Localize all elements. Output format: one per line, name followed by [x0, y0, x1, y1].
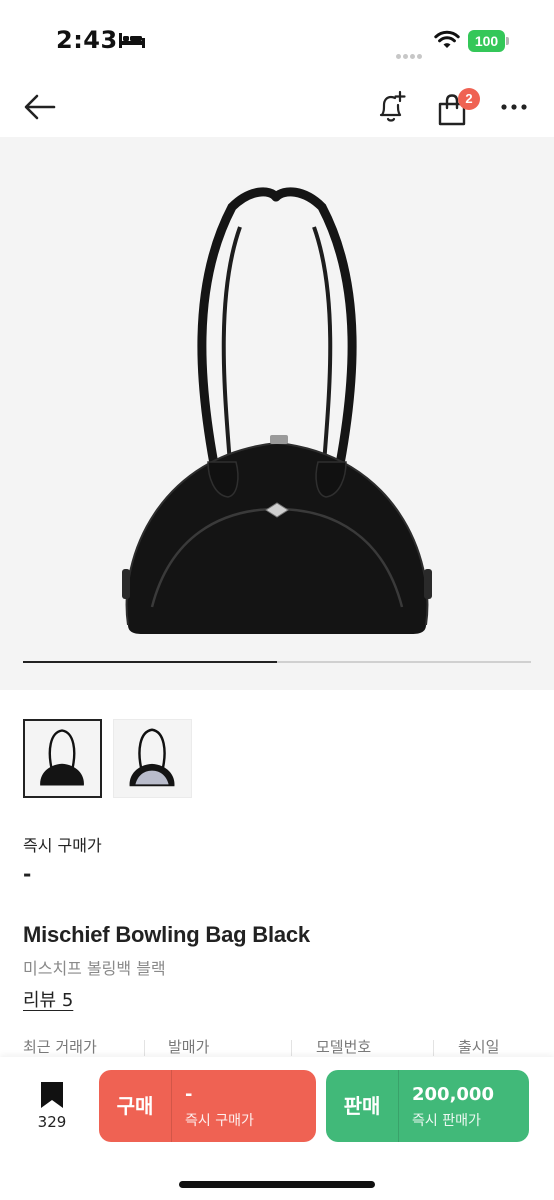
- carousel-progress-fill: [23, 661, 277, 663]
- bed-icon: [119, 33, 145, 48]
- status-time: 2:43: [56, 26, 118, 54]
- bowling-bag-image: [122, 187, 432, 634]
- info-release-price-label: 발매가: [168, 1038, 210, 1056]
- sell-button-price: 200,000: [412, 1084, 494, 1105]
- battery-level: 100: [468, 30, 505, 52]
- info-release-date-label: 출시일: [458, 1038, 500, 1056]
- product-image-carousel[interactable]: [0, 137, 554, 690]
- wishlist-button[interactable]: 329: [30, 1081, 74, 1135]
- product-subtitle: 미스치프 볼링백 블랙: [23, 959, 166, 978]
- product-title: Mischief Bowling Bag Black: [23, 922, 310, 947]
- buy-button-label: 구매: [116, 1094, 154, 1118]
- sell-button-sublabel: 즉시 판매가: [412, 1113, 481, 1129]
- signal-dots-icon: [396, 44, 424, 63]
- bottom-action-bar: 329 구매 - 즉시 구매가 판매 200,000 즉시 판매가: [0, 1057, 554, 1200]
- bookmark-icon: [41, 1082, 63, 1108]
- wishlist-count: 329: [37, 1113, 67, 1131]
- cart-button[interactable]: 2: [434, 86, 480, 126]
- cart-count-badge: 2: [458, 88, 480, 110]
- bag-thumbnail-image: [40, 729, 84, 786]
- buy-button[interactable]: 구매 - 즉시 구매가: [99, 1070, 316, 1142]
- sell-button[interactable]: 판매 200,000 즉시 판매가: [326, 1070, 529, 1142]
- info-model-number-label: 모델번호: [316, 1038, 372, 1056]
- back-arrow-icon[interactable]: [22, 92, 58, 122]
- battery-icon: 100: [468, 30, 509, 52]
- more-horizontal-icon[interactable]: [500, 92, 530, 122]
- thumbnail-black[interactable]: [23, 719, 102, 798]
- nav-bar: 2: [0, 80, 554, 136]
- bell-plus-icon[interactable]: [372, 88, 410, 126]
- home-indicator: [179, 1181, 375, 1188]
- instant-buy-label: 즉시 구매가: [23, 836, 102, 855]
- bag-thumbnail-image: [129, 728, 175, 787]
- status-bar: 2:43 100: [0, 0, 554, 80]
- buy-button-sublabel: 즉시 구매가: [185, 1113, 254, 1129]
- buy-button-price: -: [185, 1084, 193, 1105]
- sell-button-label: 판매: [343, 1094, 381, 1118]
- instant-buy-price: -: [23, 862, 32, 886]
- thumbnail-grey-variant[interactable]: [113, 719, 192, 798]
- carousel-progress: [23, 661, 531, 663]
- info-recent-trade-label: 최근 거래가: [23, 1038, 97, 1056]
- review-link[interactable]: 리뷰 5: [23, 986, 73, 1012]
- wifi-icon: [434, 30, 460, 48]
